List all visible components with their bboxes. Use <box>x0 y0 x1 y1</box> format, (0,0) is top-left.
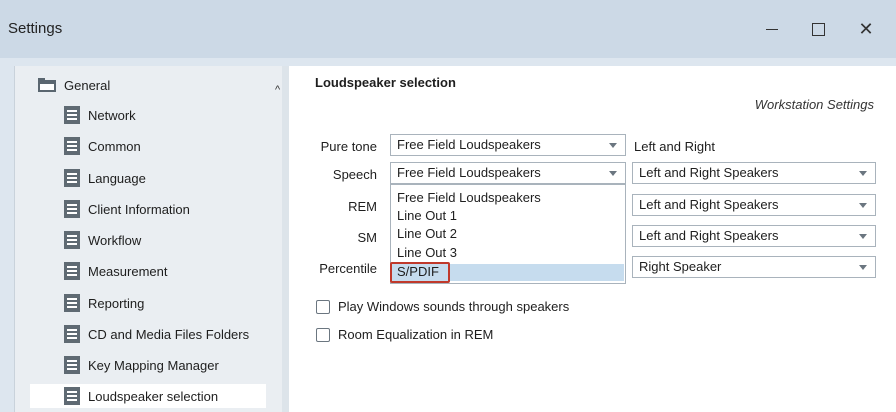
tree-item-label: Client Information <box>88 201 190 217</box>
tree-item-measurement[interactable]: Measurement <box>64 259 167 283</box>
room-equalization-checkbox[interactable]: Room Equalization in REM <box>316 327 493 342</box>
tree-item-common[interactable]: Common <box>64 134 141 158</box>
tree-item-reporting[interactable]: Reporting <box>64 291 144 315</box>
checkbox-label: Play Windows sounds through speakers <box>338 299 570 314</box>
window-title: Settings <box>8 20 63 37</box>
minimize-icon <box>766 28 778 30</box>
tree-item-network[interactable]: Network <box>64 103 136 127</box>
document-icon <box>64 356 80 374</box>
select-value: Left and Right Speakers <box>639 228 779 243</box>
folder-icon <box>38 78 56 92</box>
chevron-down-icon <box>859 265 867 270</box>
tree-item-loudspeaker-selection[interactable]: Loudspeaker selection <box>30 384 266 408</box>
pure-tone-output-text: Left and Right <box>634 139 715 154</box>
tree-item-label: Key Mapping Manager <box>88 357 219 373</box>
speech-label: Speech <box>332 167 377 182</box>
title-bar: Settings ✕ <box>0 0 896 58</box>
document-icon <box>64 294 80 312</box>
minimize-button[interactable] <box>752 14 792 44</box>
rem-output-select[interactable]: Left and Right Speakers <box>632 194 876 216</box>
percentile-output-select[interactable]: Right Speaker <box>632 256 876 278</box>
play-windows-sounds-checkbox[interactable]: Play Windows sounds through speakers <box>316 299 569 314</box>
chevron-down-icon <box>859 171 867 176</box>
tree-item-language[interactable]: Language <box>64 166 146 190</box>
maximize-button[interactable] <box>798 14 838 44</box>
select-value: Free Field Loudspeakers <box>397 165 541 180</box>
pure-tone-label: Pure tone <box>320 139 377 154</box>
rem-label: REM <box>348 199 377 214</box>
tree-item-label: Reporting <box>88 295 145 311</box>
tree-item-label: Language <box>88 170 146 186</box>
tree-item-general[interactable]: General <box>38 73 110 97</box>
checkbox-label: Room Equalization in REM <box>338 327 494 342</box>
speech-output-select[interactable]: Left and Right Speakers <box>632 162 876 184</box>
tree-item-label: Loudspeaker selection <box>88 388 219 404</box>
dropdown-option[interactable]: Line Out 3 <box>397 245 457 261</box>
document-icon <box>64 169 80 187</box>
tree-item-label: Common <box>88 138 141 154</box>
tree-item-workflow[interactable]: Workflow <box>64 228 141 252</box>
select-value: Left and Right Speakers <box>639 197 779 212</box>
document-icon <box>64 325 80 343</box>
speech-source-select[interactable]: Free Field Loudspeakers <box>390 162 626 184</box>
document-icon <box>64 106 80 124</box>
chevron-down-icon <box>859 203 867 208</box>
document-icon <box>64 262 80 280</box>
dropdown-option[interactable]: Free Field Loudspeakers <box>397 190 541 206</box>
select-value: Right Speaker <box>639 259 722 274</box>
sm-label: SM <box>357 230 378 245</box>
chevron-down-icon <box>609 171 617 176</box>
document-icon <box>64 231 80 249</box>
sm-output-select[interactable]: Left and Right Speakers <box>632 225 876 247</box>
select-value: Left and Right Speakers <box>639 165 779 180</box>
tree-item-label: Workflow <box>88 232 142 248</box>
tree-item-key-mapping-manager[interactable]: Key Mapping Manager <box>64 353 219 377</box>
document-icon <box>64 387 80 405</box>
document-icon <box>64 200 80 218</box>
checkbox-box[interactable] <box>316 299 330 314</box>
scope-label: Workstation Settings <box>754 97 874 112</box>
tree-item-client-information[interactable]: Client Information <box>64 197 190 221</box>
pure-tone-source-select[interactable]: Free Field Loudspeakers <box>390 134 626 156</box>
chevron-down-icon <box>859 234 867 239</box>
document-icon <box>64 137 80 155</box>
tree-item-label: Network <box>88 107 136 123</box>
select-value: Free Field Loudspeakers <box>397 137 541 152</box>
dropdown-option[interactable]: Line Out 1 <box>397 208 457 224</box>
checkbox-box[interactable] <box>316 327 330 342</box>
tree-item-label: Measurement <box>88 263 168 279</box>
speech-source-dropdown-list[interactable]: Free Field Loudspeakers Line Out 1 Line … <box>390 184 626 284</box>
percentile-label: Percentile <box>319 261 377 276</box>
section-title: Loudspeaker selection <box>315 75 456 90</box>
highlight-box <box>390 262 450 283</box>
tree-item-label: General <box>64 77 111 93</box>
tree-item-cd-media-folders[interactable]: CD and Media Files Folders <box>64 322 249 346</box>
chevron-down-icon <box>609 143 617 148</box>
close-icon: ✕ <box>858 18 874 39</box>
collapse-chevron-icon[interactable]: ^ <box>275 84 280 96</box>
tree-item-label: CD and Media Files Folders <box>88 326 250 342</box>
maximize-icon <box>811 22 825 36</box>
dropdown-option[interactable]: Line Out 2 <box>397 226 457 242</box>
close-button[interactable]: ✕ <box>846 14 886 44</box>
